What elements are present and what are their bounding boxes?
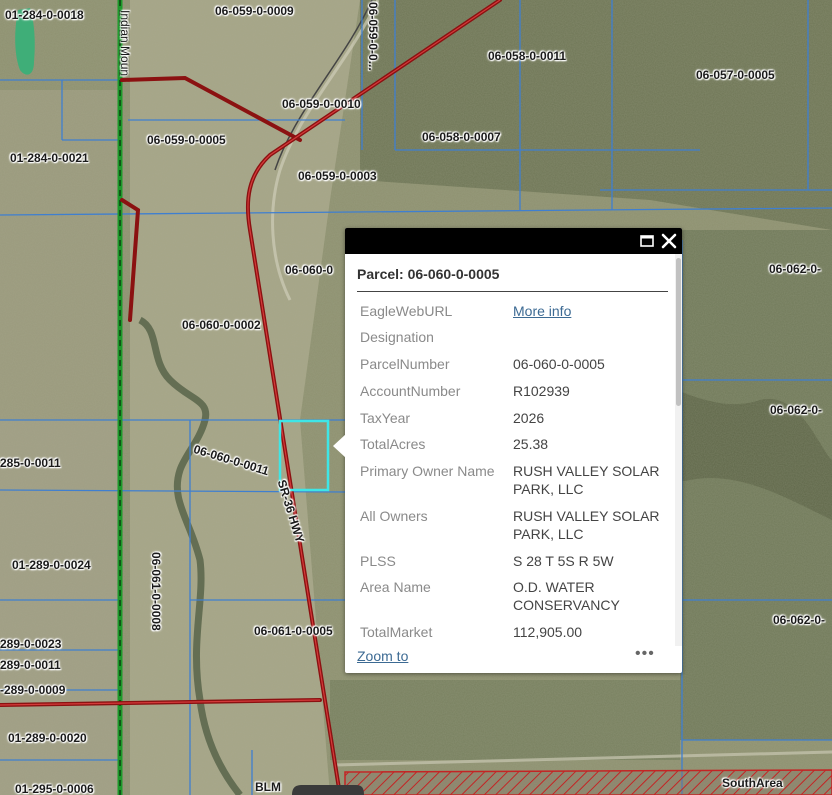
parcel-label[interactable]: 06-061-0-0005 <box>254 624 333 638</box>
attribute-key: TaxYear <box>360 410 411 426</box>
popup-footer: Zoom to ••• <box>345 645 682 673</box>
attribute-value: 2026 <box>513 410 545 426</box>
attribute-key: All Owners <box>360 508 428 524</box>
parcel-label[interactable]: BLM <box>255 780 281 794</box>
attribute-value: R102939 <box>513 383 570 399</box>
attribute-key: Primary Owner Name <box>360 463 495 479</box>
parcel-label[interactable]: 285-0-0011 <box>0 456 61 470</box>
attribute-key: ParcelNumber <box>360 356 450 372</box>
parcel-label[interactable]: 06-060-0-0002 <box>182 318 261 332</box>
attribute-key: AccountNumber <box>360 383 461 399</box>
parcel-label[interactable]: 06-058-0-0007 <box>422 130 501 144</box>
parcel-label[interactable]: 01-284-0-0018 <box>5 8 84 22</box>
parcel-label[interactable]: 01-289-0-0024 <box>12 558 91 572</box>
parcel-label[interactable]: 289-0-0023 <box>0 637 61 651</box>
close-icon[interactable] <box>660 232 678 250</box>
parcel-label[interactable]: 06-060-0 <box>285 263 333 277</box>
attribute-value: RUSH VALLEY SOLAR PARK, LLC <box>513 508 660 542</box>
more-options-button[interactable]: ••• <box>635 645 655 663</box>
attribute-key: TotalAcres <box>360 436 426 452</box>
parcel-label[interactable]: 289-0-0011 <box>0 658 61 672</box>
attribute-key: TotalMarket <box>360 624 433 640</box>
parcel-label[interactable]: 06-059-0-0... <box>366 2 380 71</box>
parcel-label[interactable]: 06-057-0-0005 <box>696 68 775 82</box>
popup-scrollbar[interactable] <box>675 254 682 646</box>
scrollbar-thumb[interactable] <box>676 258 681 406</box>
parcel-label[interactable]: 06-062-0- <box>770 403 822 417</box>
attribute-value: RUSH VALLEY SOLAR PARK, LLC <box>513 463 660 497</box>
parcel-label[interactable]: SouthArea <box>722 776 783 790</box>
popup-header <box>345 228 682 254</box>
zoom-to-link[interactable]: Zoom to <box>357 648 408 664</box>
attribute-value: 25.38 <box>513 436 549 452</box>
parcel-label[interactable]: 06-058-0-0011 <box>488 49 566 63</box>
map-tab[interactable] <box>292 785 364 795</box>
parcel-label[interactable]: 01-289-0-0020 <box>8 731 87 745</box>
attribute-key: PLSS <box>360 553 396 569</box>
more-info-link[interactable]: More info <box>513 302 673 320</box>
parcel-label[interactable]: 06-061-0-0008 <box>149 552 163 631</box>
parcel-label[interactable]: 01-295-0-0006 <box>15 782 94 795</box>
parcel-label[interactable]: 06-059-0-0005 <box>147 133 226 147</box>
parcel-label[interactable]: 06-062-0- <box>769 262 821 276</box>
popup-title: Parcel: 06-060-0-0005 <box>357 266 500 282</box>
popup-pointer <box>333 434 346 458</box>
attribute-key: EagleWebURL <box>360 303 453 319</box>
attribute-table[interactable]: EagleWebURL More info Designation Parcel… <box>345 292 675 644</box>
attribute-value: S 28 T 5S R 5W <box>513 553 614 569</box>
attribute-key: Designation <box>360 329 434 345</box>
parcel-label[interactable]: -289-0-0009 <box>0 683 65 697</box>
road-label: Indian Moun <box>118 10 132 77</box>
parcel-label[interactable]: 06-059-0-0010 <box>282 97 361 111</box>
parcel-label[interactable]: 01-284-0-0021 <box>10 151 89 165</box>
parcel-label[interactable]: 06-062-0- <box>773 613 825 627</box>
parcel-popup: Parcel: 06-060-0-0005 EagleWebURL More i… <box>345 228 682 673</box>
attribute-value: 06-060-0-0005 <box>513 356 605 372</box>
maximize-icon[interactable] <box>638 232 656 250</box>
attribute-value: O.D. WATER CONSERVANCY <box>513 579 620 613</box>
attribute-key: Area Name <box>360 579 431 595</box>
attribute-value: 112,905.00 <box>513 624 583 640</box>
parcel-label[interactable]: 06-059-0-0003 <box>298 169 377 183</box>
parcel-label[interactable]: 06-059-0-0009 <box>215 4 294 18</box>
